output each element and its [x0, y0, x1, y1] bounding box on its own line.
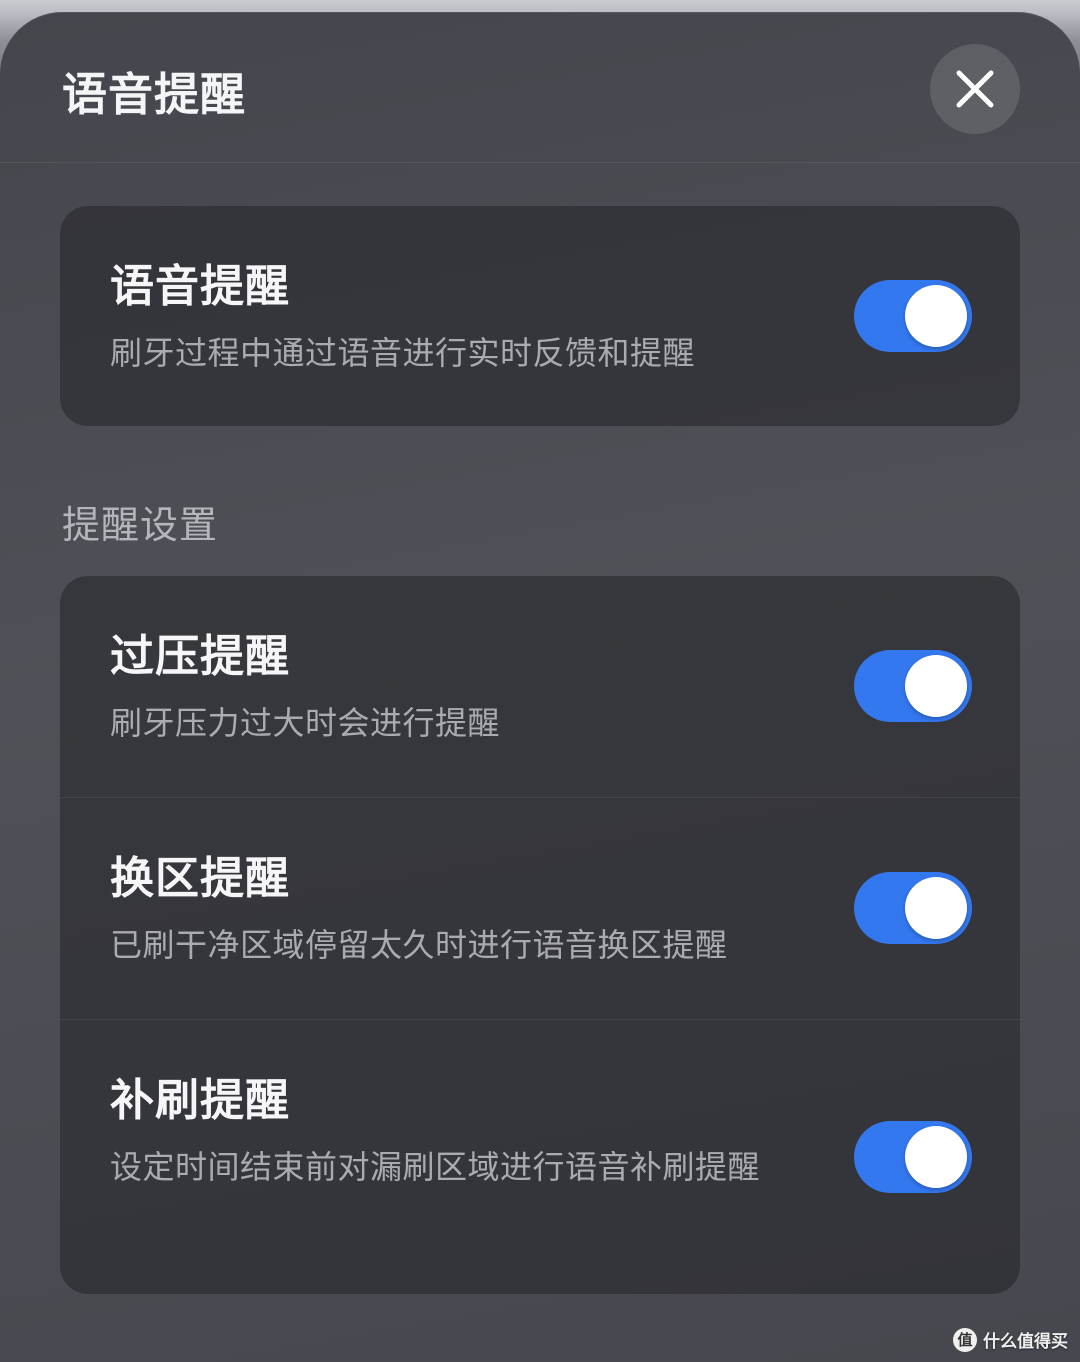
reminder-row-overpressure: 过压提醒 刷牙压力过大时会进行提醒 — [60, 576, 1020, 797]
toggle-knob — [905, 877, 967, 939]
reminder-settings-card: 过压提醒 刷牙压力过大时会进行提醒 换区提醒 已刷干净区域停留太久时进行语音换区… — [60, 576, 1020, 1294]
voice-reminder-description: 刷牙过程中通过语音进行实时反馈和提醒 — [110, 334, 696, 372]
toggle-knob — [905, 655, 967, 717]
reminder-label: 换区提醒 — [110, 853, 290, 904]
reminder-description: 刷牙压力过大时会进行提醒 — [110, 704, 501, 742]
reminder-description: 设定时间结束前对漏刷区域进行语音补刷提醒 — [110, 1148, 761, 1186]
overpressure-toggle[interactable] — [854, 650, 972, 722]
reminder-label: 过压提醒 — [110, 631, 290, 682]
voice-reminder-row: 语音提醒 刷牙过程中通过语音进行实时反馈和提醒 — [60, 206, 1020, 426]
sheet-header: 语音提醒 — [0, 12, 1080, 163]
reminder-row-zone-switch: 换区提醒 已刷干净区域停留太久时进行语音换区提醒 — [60, 797, 1020, 1019]
toggle-knob — [905, 285, 967, 347]
voice-reminder-card: 语音提醒 刷牙过程中通过语音进行实时反馈和提醒 — [60, 206, 1020, 426]
watermark-logo-icon: 值 — [953, 1327, 977, 1352]
voice-reminder-toggle[interactable] — [854, 280, 972, 352]
missed-brush-toggle[interactable] — [854, 1121, 972, 1193]
watermark: 值 什么值得买 — [953, 1327, 1068, 1352]
close-icon — [956, 70, 994, 108]
voice-reminder-label: 语音提醒 — [110, 261, 290, 312]
close-button[interactable] — [930, 44, 1020, 134]
reminder-label: 补刷提醒 — [110, 1075, 290, 1126]
reminder-row-missed-brush: 补刷提醒 设定时间结束前对漏刷区域进行语音补刷提醒 — [60, 1019, 1020, 1294]
page-title: 语音提醒 — [62, 68, 247, 121]
toggle-knob — [905, 1126, 967, 1188]
settings-sheet: 语音提醒 语音提醒 刷牙过程中通过语音进行实时反馈和提醒 提醒设置 过压提醒 刷… — [0, 12, 1080, 1362]
reminder-description: 已刷干净区域停留太久时进行语音换区提醒 — [110, 926, 728, 964]
zone-switch-toggle[interactable] — [854, 872, 972, 944]
watermark-text: 什么值得买 — [983, 1332, 1068, 1352]
section-label-reminder-settings: 提醒设置 — [62, 503, 219, 547]
